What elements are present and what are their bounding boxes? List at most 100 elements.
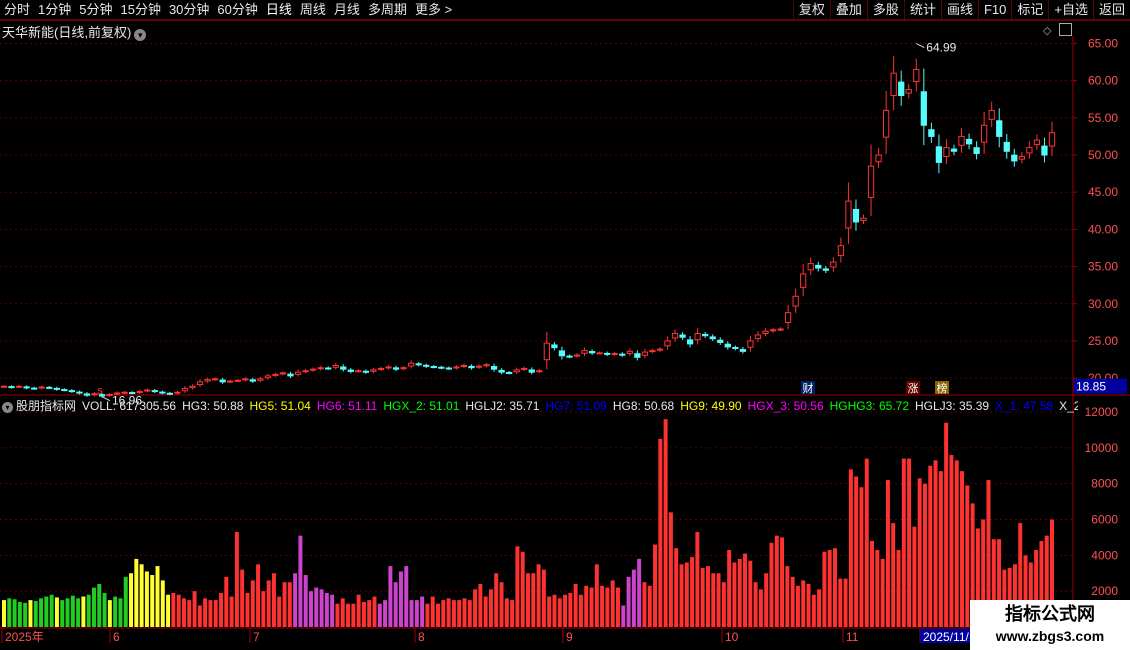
candle-body [355,370,362,373]
high-pointer [916,43,925,48]
candle-body [875,154,882,163]
candle-body [1026,147,1033,154]
candle-body [596,352,603,355]
candle-body [438,366,445,369]
volume-bar [457,600,462,627]
candle-body [581,350,588,354]
candle-body [634,353,641,358]
candle-body [777,328,784,331]
volume-bar [610,580,615,627]
volume-bar [600,585,605,627]
volume-bar [76,598,81,627]
volume-bar [414,600,419,627]
volume-bar [118,598,123,627]
volume-bar [467,600,472,627]
candle-body [400,367,407,370]
high-price-label: 64.99 [926,41,956,55]
volume-bar [441,600,446,627]
candle-body [392,367,400,370]
volume-bar [917,478,922,627]
volume-bar [700,567,705,627]
indicator-value: HGX_3: 50.56 [747,399,824,413]
kline-chart[interactable]: 65.00 60.00 55.00 50.00 45.00 40.00 35.00 30.00… [0,0,1130,650]
volume-bar [171,592,176,627]
candle-body [943,147,950,157]
indicator-value: HGLJ3: 35.39 [915,399,990,413]
candle-body [981,124,988,143]
volume-bar [256,564,261,627]
candle-body [362,370,370,373]
candle-body [973,147,980,155]
indicator-value: X_2 [1059,399,1078,413]
candle-body [166,392,174,395]
candle-body [671,333,679,339]
candle-body [264,375,272,379]
candle-body [649,350,656,353]
volume-bar [49,594,54,627]
volume-bar [885,480,890,627]
candle-body [385,366,392,369]
candle-body [950,148,958,152]
volume-bar [181,598,186,627]
candle-body [837,245,845,257]
candle-body [747,340,754,348]
volume-bar [568,592,573,627]
candle-body [882,109,890,138]
candle-body [822,268,829,271]
volume-bar [531,573,536,627]
volume-bar [123,576,128,627]
volume-bar [769,542,774,627]
candle-body [905,89,912,94]
volume-bar [282,582,287,627]
candle-body [588,350,596,354]
volume-bar [160,580,165,627]
volume-bar [70,595,75,627]
candle-body [890,72,897,96]
volume-bar [938,471,943,627]
volume-bar [176,594,181,627]
indicator-menu-icon[interactable]: ▾ [2,402,13,413]
volume-bar [764,573,769,627]
volume-bar [748,560,753,627]
volume-bar [372,596,377,627]
volume-bar [60,600,65,627]
indicator-value: HG6: 51.11 [316,399,378,413]
volume-bar [150,575,155,627]
volume-bar [732,562,737,627]
volume-bar [833,548,837,627]
candle-body [506,371,513,374]
candle-body [46,386,53,389]
indicator-value: HGHG3: 65.72 [829,399,909,413]
volume-bar [684,562,689,627]
candle-body [784,312,792,323]
volume-bar [425,603,430,627]
volume-bar [139,564,144,627]
volume-bar [785,566,790,627]
volume-bar [436,603,441,627]
limit-up-marker: 涨 [908,382,919,395]
indicator-value: HGX_2: 51.01 [383,399,460,413]
candle-body [739,349,747,352]
volume-bar [541,569,546,627]
indicator-value: X_1: 47.58 [995,399,1054,413]
volume-bar [398,571,403,627]
candle-body [174,391,181,394]
indicator-value: HG5: 51.04 [249,399,311,413]
candle-body [242,378,249,381]
indicator-value: HG8: 50.68 [612,399,675,413]
candle-body [852,208,860,223]
volume-bar [33,601,38,627]
volume-bar [859,487,864,627]
candle-body [551,344,558,349]
volume-bar [488,589,493,627]
price-tick-label: 65.00 [1088,36,1118,50]
candle-body [958,135,965,146]
volume-bar [811,594,816,627]
candle-body [988,109,995,120]
candle-body [38,386,45,389]
date-label: 7 [253,630,260,644]
candle-body [8,386,15,389]
candle-body [76,391,83,394]
indicator-name[interactable]: 股朋指标网 [16,399,76,413]
candle-body [543,342,550,361]
